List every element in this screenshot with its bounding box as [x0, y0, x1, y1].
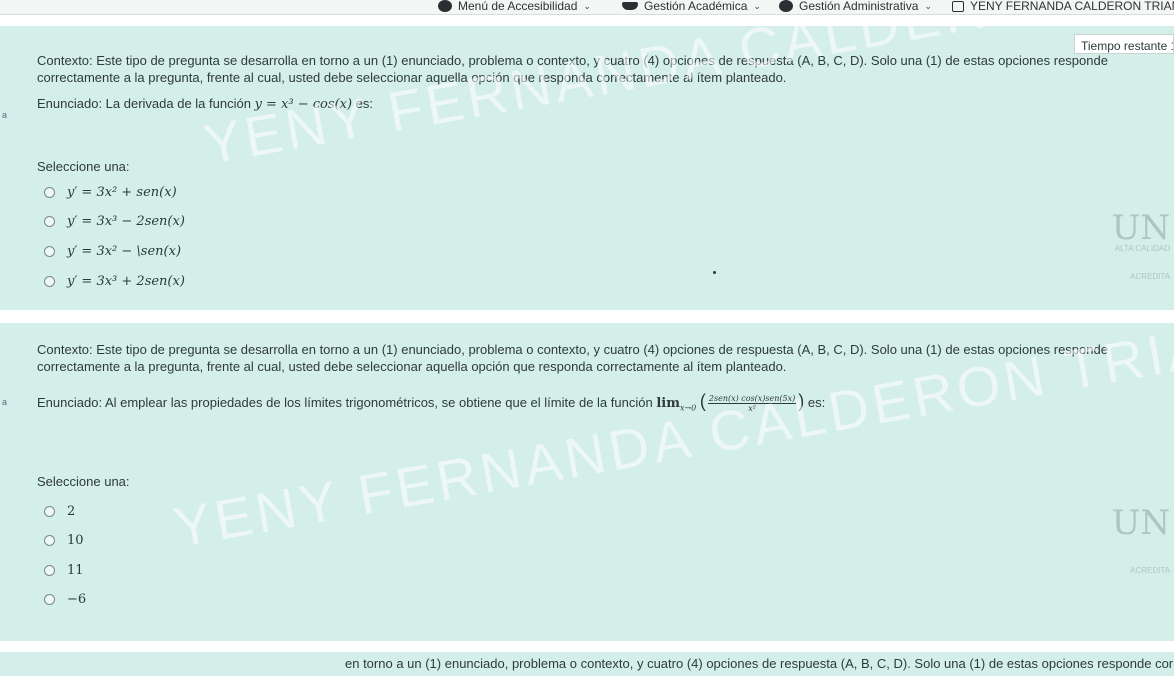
- accreditation-caption: ACREDITA: [1130, 566, 1170, 575]
- select-one-label: Seleccione una:: [37, 159, 130, 174]
- fraction-numerator: 2sen(x) cos(x)sen(5x): [707, 394, 797, 405]
- chevron-down-icon: ⌄: [583, 0, 591, 11]
- mail-icon: [952, 0, 964, 12]
- statement-prefix: Enunciado: Al emplear las propiedades de…: [37, 395, 653, 410]
- answer-option-c[interactable]: 11: [44, 563, 84, 578]
- statement-suffix: es:: [807, 395, 826, 410]
- radio-button[interactable]: [44, 246, 55, 257]
- statement-prefix: Enunciado: La derivada de la función: [37, 96, 251, 111]
- option-text: 2: [67, 504, 76, 519]
- chevron-down-icon: ⌄: [753, 0, 761, 11]
- user-menu[interactable]: YENY FERNANDA CALDERON TRIANA: [952, 0, 1174, 13]
- question-context: Contexto: Este tipo de pregunta se desar…: [37, 53, 1108, 85]
- radio-button[interactable]: [44, 216, 55, 227]
- accreditation-caption: ACREDITA: [1130, 272, 1170, 281]
- statement-formula: y = x³ − cos(x): [254, 97, 353, 112]
- info-icon: [779, 0, 793, 12]
- limit-fraction: 2sen(x) cos(x)sen(5x) x²: [707, 394, 797, 414]
- admin-menu-label: Gestión Administrativa: [799, 0, 919, 13]
- time-remaining-box: Tiempo restante 1: [1074, 34, 1174, 54]
- radio-button[interactable]: [44, 506, 55, 517]
- academic-menu[interactable]: Gestión Académica ⌄: [622, 0, 761, 13]
- answer-option-b[interactable]: 10: [44, 533, 84, 548]
- question-context: Contexto: Este tipo de pregunta se desar…: [37, 342, 1108, 374]
- top-navigation-bar: Menú de Accesibilidad ⌄ Gestión Académic…: [0, 0, 1174, 15]
- logo-caption: ALTA CALIDAD: [1114, 244, 1170, 253]
- radio-button[interactable]: [44, 187, 55, 198]
- option-text: y′ = 3x³ − 2sen(x): [67, 214, 185, 229]
- question-statement: Enunciado: Al emplear las propiedades de…: [37, 391, 826, 414]
- option-text: 11: [67, 563, 84, 578]
- question-statement: Enunciado: La derivada de la función y =…: [37, 96, 373, 112]
- radio-button[interactable]: [44, 594, 55, 605]
- question-context-partial: en torno a un (1) enunciado, problema o …: [345, 656, 1174, 671]
- question-3: en torno a un (1) enunciado, problema o …: [0, 652, 1174, 676]
- option-text: y′ = 3x² − \sen(x): [67, 244, 182, 259]
- question-marker: a: [2, 397, 8, 407]
- option-text: 10: [67, 533, 84, 548]
- answer-option-d[interactable]: −6: [44, 592, 86, 607]
- answer-option-a[interactable]: y′ = 3x² + sen(x): [44, 185, 177, 200]
- university-logo: UN: [1111, 503, 1170, 543]
- answer-option-a[interactable]: 2: [44, 504, 75, 519]
- question-1: Tiempo restante 1 Contexto: Este tipo de…: [0, 26, 1174, 310]
- admin-menu[interactable]: Gestión Administrativa ⌄: [779, 0, 932, 13]
- radio-button[interactable]: [44, 276, 55, 287]
- accessibility-menu-label: Menú de Accesibilidad: [458, 0, 578, 13]
- question-marker: a: [2, 110, 8, 120]
- accessibility-icon: [438, 0, 452, 12]
- radio-button[interactable]: [44, 565, 55, 576]
- graduation-cap-icon: [622, 2, 638, 10]
- dot-mark: [713, 271, 716, 274]
- academic-menu-label: Gestión Académica: [644, 0, 748, 13]
- question-2: Contexto: Este tipo de pregunta se desar…: [0, 323, 1174, 641]
- option-text: −6: [67, 592, 87, 607]
- limit-symbol: lim: [656, 396, 680, 411]
- fraction-denominator: x²: [748, 404, 756, 414]
- statement-suffix: es:: [355, 96, 373, 111]
- radio-button[interactable]: [44, 535, 55, 546]
- answer-option-d[interactable]: y′ = 3x³ + 2sen(x): [44, 274, 185, 289]
- option-text: y′ = 3x³ + 2sen(x): [67, 274, 185, 289]
- answer-option-c[interactable]: y′ = 3x² − \sen(x): [44, 244, 181, 259]
- option-text: y′ = 3x² + sen(x): [67, 185, 177, 200]
- select-one-label: Seleccione una:: [37, 474, 130, 489]
- answer-option-b[interactable]: y′ = 3x³ − 2sen(x): [44, 214, 185, 229]
- user-name: YENY FERNANDA CALDERON TRIANA: [970, 0, 1174, 13]
- university-logo: UN: [1111, 208, 1170, 248]
- chevron-down-icon: ⌄: [924, 0, 932, 11]
- accessibility-menu[interactable]: Menú de Accesibilidad ⌄: [438, 0, 591, 13]
- limit-subscript: x→0: [679, 403, 697, 413]
